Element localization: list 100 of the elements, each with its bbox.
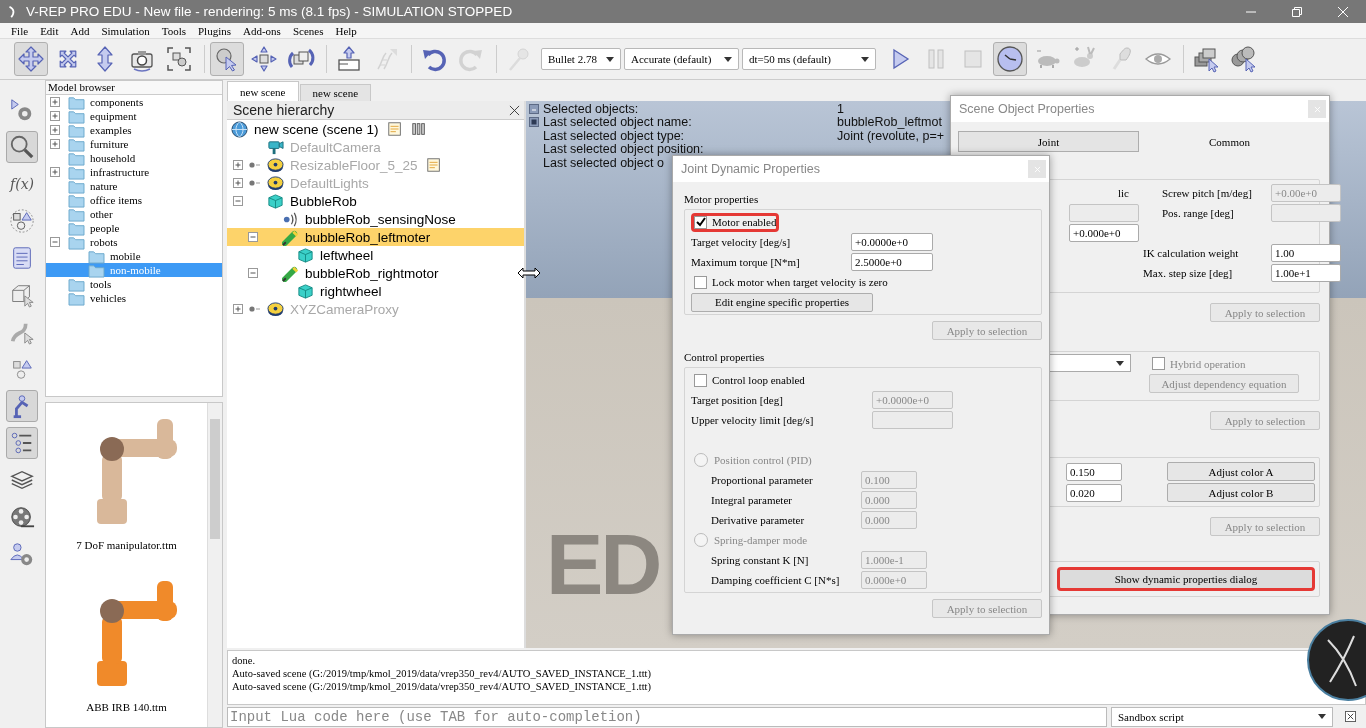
menu-item[interactable]: Help: [329, 24, 363, 37]
bars-icon[interactable]: [410, 121, 427, 137]
menu-item[interactable]: Simulation: [95, 24, 156, 37]
menu-item[interactable]: Edit: [34, 24, 65, 37]
tree-item[interactable]: rightwheel: [227, 282, 524, 300]
dropdown[interactable]: [1047, 354, 1131, 372]
tree-item[interactable]: bubbleRob_sensingNose: [227, 210, 524, 228]
menu-item[interactable]: Add-ons: [237, 24, 287, 37]
engine-properties-button[interactable]: Edit engine specific properties: [691, 292, 873, 312]
folder-item[interactable]: office items: [46, 193, 222, 207]
assemble-icon: [335, 45, 363, 73]
expand-icon[interactable]: [50, 167, 60, 177]
object-label: bubbleRob_rightmotor: [305, 265, 439, 281]
menu-item[interactable]: Plugins: [192, 24, 237, 37]
folder-item[interactable]: vehicles: [46, 291, 222, 305]
expand-icon[interactable]: [233, 160, 243, 170]
folder-item[interactable]: equipment: [46, 109, 222, 123]
folder-label: equipment: [90, 110, 138, 122]
close-icon[interactable]: [509, 104, 520, 116]
close-icon: [1033, 165, 1041, 173]
folder-item[interactable]: infrastructure: [46, 165, 222, 179]
input-field[interactable]: +0.000e+0: [1069, 224, 1139, 242]
model-label: ABB IRB 140.ttm: [86, 701, 167, 713]
folder-item[interactable]: furniture: [46, 137, 222, 151]
folder-item[interactable]: other: [46, 207, 222, 221]
expand-icon[interactable]: [50, 111, 60, 121]
folder-item[interactable]: examples: [46, 123, 222, 137]
field-label: Max. step size [deg]: [1143, 267, 1234, 279]
move-arrows-button[interactable]: [14, 42, 48, 76]
input-field[interactable]: 1.00: [1271, 244, 1341, 262]
checkbox-option[interactable]: Control loop enabled: [691, 370, 808, 390]
folder-item[interactable]: robots: [46, 235, 222, 249]
tree-item[interactable]: BubbleRob: [227, 192, 524, 210]
fit-view-icon: [165, 45, 193, 73]
menu-item[interactable]: Tools: [155, 24, 192, 37]
folder-item[interactable]: tools: [46, 277, 222, 291]
search-icon: [9, 134, 35, 160]
input-field[interactable]: +0.0000e+0: [851, 233, 933, 251]
scrollbar[interactable]: [207, 403, 222, 727]
checkbox-option[interactable]: Motor enabled: [691, 212, 780, 232]
menu-item[interactable]: Add: [64, 24, 96, 37]
color-button[interactable]: Adjust color A: [1167, 462, 1315, 481]
collapse-icon[interactable]: [50, 237, 60, 247]
model-dot-icon: [249, 306, 261, 312]
search-button[interactable]: [6, 131, 38, 163]
script-type-dropdown[interactable]: Sandbox script: [1111, 706, 1333, 727]
physics-engine-dropdown[interactable]: Bullet 2.78: [541, 48, 621, 70]
caret-icon: [1318, 714, 1326, 719]
checkbox-option[interactable]: Lock motor when target velocity is zero: [691, 272, 891, 292]
input-field[interactable]: 1.00e+1: [1271, 264, 1341, 282]
edu-watermark: ED: [546, 521, 660, 607]
lua-input-field[interactable]: Input Lua code here (use TAB for auto-completion): [227, 706, 1107, 727]
folder-item[interactable]: mobile: [46, 249, 222, 263]
checkbox[interactable]: [694, 275, 707, 289]
tree-item[interactable]: leftwheel: [227, 246, 524, 264]
expand-icon[interactable]: [233, 304, 243, 314]
menu-item[interactable]: File: [5, 24, 35, 37]
tree-item[interactable]: bubbleRob_leftmoter: [227, 228, 524, 246]
menu-item[interactable]: Scenes: [286, 24, 330, 37]
scene-tab[interactable]: new scene: [227, 81, 299, 101]
collapse-icon[interactable]: [233, 196, 243, 206]
close-icon[interactable]: [1345, 711, 1356, 722]
cube-icon: [297, 282, 314, 300]
expand-icon[interactable]: [50, 125, 60, 135]
properties-tab[interactable]: Common: [1139, 131, 1320, 152]
script-icon[interactable]: [425, 157, 442, 173]
tree-item[interactable]: new scene (scene 1): [227, 120, 524, 138]
expand-icon[interactable]: [50, 139, 60, 149]
accuracy-dropdown[interactable]: Accurate (default): [624, 48, 739, 70]
list-button[interactable]: [6, 427, 38, 459]
function-button[interactable]: f(x): [6, 168, 38, 200]
field-label: Maximum torque [N*m]: [691, 256, 801, 268]
input-field[interactable]: 2.5000e+0: [851, 253, 933, 271]
expand-icon[interactable]: [50, 97, 60, 107]
dynamics-dialog-button[interactable]: Show dynamic properties dialog: [1057, 567, 1315, 591]
input-field[interactable]: 0.150: [1066, 462, 1122, 481]
folder-item[interactable]: household: [46, 151, 222, 165]
properties-tab[interactable]: Joint: [958, 131, 1139, 152]
checkbox[interactable]: [694, 215, 707, 229]
expand-icon[interactable]: [529, 117, 539, 128]
clock-button[interactable]: [993, 42, 1027, 76]
folder-item[interactable]: people: [46, 221, 222, 235]
checkbox[interactable]: [694, 373, 707, 387]
robot-arm-button[interactable]: [6, 390, 38, 422]
restore-icon: [1291, 5, 1303, 18]
folder-icon: [68, 220, 85, 236]
collapse-icon[interactable]: [248, 232, 258, 242]
time-step-dropdown[interactable]: dt=50 ms (default): [742, 48, 876, 70]
folder-item[interactable]: components: [46, 95, 222, 109]
script-icon[interactable]: [386, 121, 403, 137]
collapse-icon[interactable]: [248, 268, 258, 278]
field-label: Target position [deg]: [691, 394, 784, 406]
film-reel-icon: [9, 504, 35, 530]
collapse-icon[interactable]: [529, 103, 539, 114]
select-cursor-button[interactable]: [210, 42, 244, 76]
input-field[interactable]: 0.020: [1066, 483, 1122, 502]
scene-tab[interactable]: new scene: [299, 84, 372, 101]
folder-item[interactable]: nature: [46, 179, 222, 193]
color-button[interactable]: Adjust color B: [1167, 483, 1315, 502]
expand-icon[interactable]: [233, 178, 243, 188]
